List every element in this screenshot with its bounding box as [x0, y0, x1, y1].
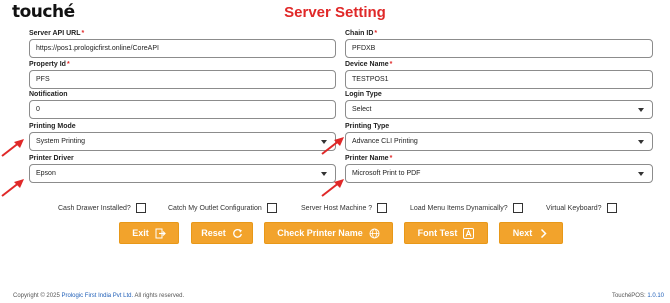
login-type-select[interactable]: Select [345, 100, 653, 119]
required-mark: * [389, 61, 393, 68]
required-mark: * [374, 30, 378, 37]
notification-label: Notification [29, 91, 68, 98]
login-type-label: Login Type [345, 91, 382, 98]
server-api-url-input[interactable]: https://pos1.prologicfirst.online/CoreAP… [29, 39, 336, 58]
chain-id-input[interactable]: PFDXB [345, 39, 653, 58]
printer-driver-label: Printer Driver [29, 155, 74, 162]
check-printer-name-button[interactable]: Check Printer Name [264, 222, 393, 244]
chevron-down-icon [321, 172, 327, 176]
printer-driver-select[interactable]: Epson [29, 164, 336, 183]
red-arrow-icon [1, 179, 24, 197]
server-api-url-label: Server API URL* [29, 30, 85, 37]
server-host-checkbox[interactable] [377, 203, 388, 213]
chevron-down-icon [638, 172, 644, 176]
required-mark: * [66, 61, 70, 68]
device-name-label: Device Name* [345, 61, 393, 68]
exit-icon [155, 228, 166, 239]
options-row: Cash Drawer Installed? Catch My Outlet C… [0, 203, 670, 215]
login-type-field: Login Type Select [345, 90, 653, 119]
printing-mode-field: Printing Mode System Printing [29, 122, 336, 151]
load-menu-option: Load Menu Items Dynamically? [410, 203, 523, 213]
check-printer-name-label: Check Printer Name [277, 228, 363, 238]
printer-name-label: Printer Name* [345, 155, 393, 162]
printing-mode-label: Printing Mode [29, 123, 76, 130]
version-number: 1.0.10 [647, 293, 664, 299]
notification-input[interactable]: 0 [29, 100, 336, 119]
catch-outlet-option: Catch My Outlet Configuration [168, 203, 277, 213]
printer-name-select[interactable]: Microsoft Print to PDF [345, 164, 653, 183]
device-name-input[interactable]: TESTPOS1 [345, 70, 653, 89]
company-link[interactable]: Prologic First India Pvt Ltd. [61, 293, 133, 299]
property-id-field: Property Id* PFS [29, 60, 336, 89]
load-menu-checkbox[interactable] [512, 203, 523, 213]
printer-name-field: Printer Name* Microsoft Print to PDF [345, 154, 653, 183]
chain-id-label: Chain ID* [345, 30, 378, 37]
server-host-label: Server Host Machine ? [301, 204, 373, 212]
server-api-url-field: Server API URL* https://pos1.prologicfir… [29, 29, 336, 58]
printing-type-label: Printing Type [345, 123, 390, 130]
red-arrow-icon [321, 137, 344, 155]
virtual-keyboard-label: Virtual Keyboard? [546, 204, 602, 212]
printing-type-field: Printing Type Advance CLI Printing [345, 122, 653, 151]
red-arrow-icon [321, 179, 344, 197]
printing-mode-select[interactable]: System Printing [29, 132, 336, 151]
property-id-input[interactable]: PFS [29, 70, 336, 89]
virtual-keyboard-checkbox[interactable] [606, 203, 617, 213]
chevron-down-icon [638, 140, 644, 144]
property-id-label: Property Id* [29, 61, 70, 68]
next-button-label: Next [512, 228, 533, 238]
cash-drawer-option: Cash Drawer Installed? [58, 203, 146, 213]
printing-type-select[interactable]: Advance CLI Printing [345, 132, 653, 151]
font-icon [463, 227, 475, 239]
cash-drawer-checkbox[interactable] [135, 203, 146, 213]
chain-id-field: Chain ID* PFDXB [345, 29, 653, 58]
globe-icon [369, 228, 380, 239]
red-arrow-icon [1, 139, 24, 157]
reset-button-label: Reset [201, 228, 226, 238]
chevron-right-icon [538, 228, 549, 239]
next-button[interactable]: Next [499, 222, 563, 244]
footer-version: TouchéPOS: 1.0.10 [611, 293, 664, 299]
chevron-down-icon [638, 108, 644, 112]
notification-field: Notification 0 [29, 90, 336, 119]
page-title: Server Setting [284, 4, 386, 21]
cash-drawer-label: Cash Drawer Installed? [58, 204, 131, 212]
font-test-label: Font Test [417, 228, 458, 238]
required-mark: * [81, 30, 85, 37]
exit-button[interactable]: Exit [119, 222, 179, 244]
virtual-keyboard-option: Virtual Keyboard? [546, 203, 617, 213]
server-host-option: Server Host Machine ? [301, 203, 388, 213]
reset-button[interactable]: Reset [191, 222, 253, 244]
catch-outlet-checkbox[interactable] [266, 203, 277, 213]
catch-outlet-label: Catch My Outlet Configuration [168, 204, 262, 212]
load-menu-label: Load Menu Items Dynamically? [410, 204, 508, 212]
refresh-icon [232, 228, 243, 239]
printer-driver-field: Printer Driver Epson [29, 154, 336, 183]
exit-button-label: Exit [132, 228, 149, 238]
font-test-button[interactable]: Font Test [404, 222, 488, 244]
required-mark: * [389, 155, 393, 162]
device-name-field: Device Name* TESTPOS1 [345, 60, 653, 89]
footer-copyright: Copyright © 2025 Prologic First India Pv… [13, 293, 185, 299]
